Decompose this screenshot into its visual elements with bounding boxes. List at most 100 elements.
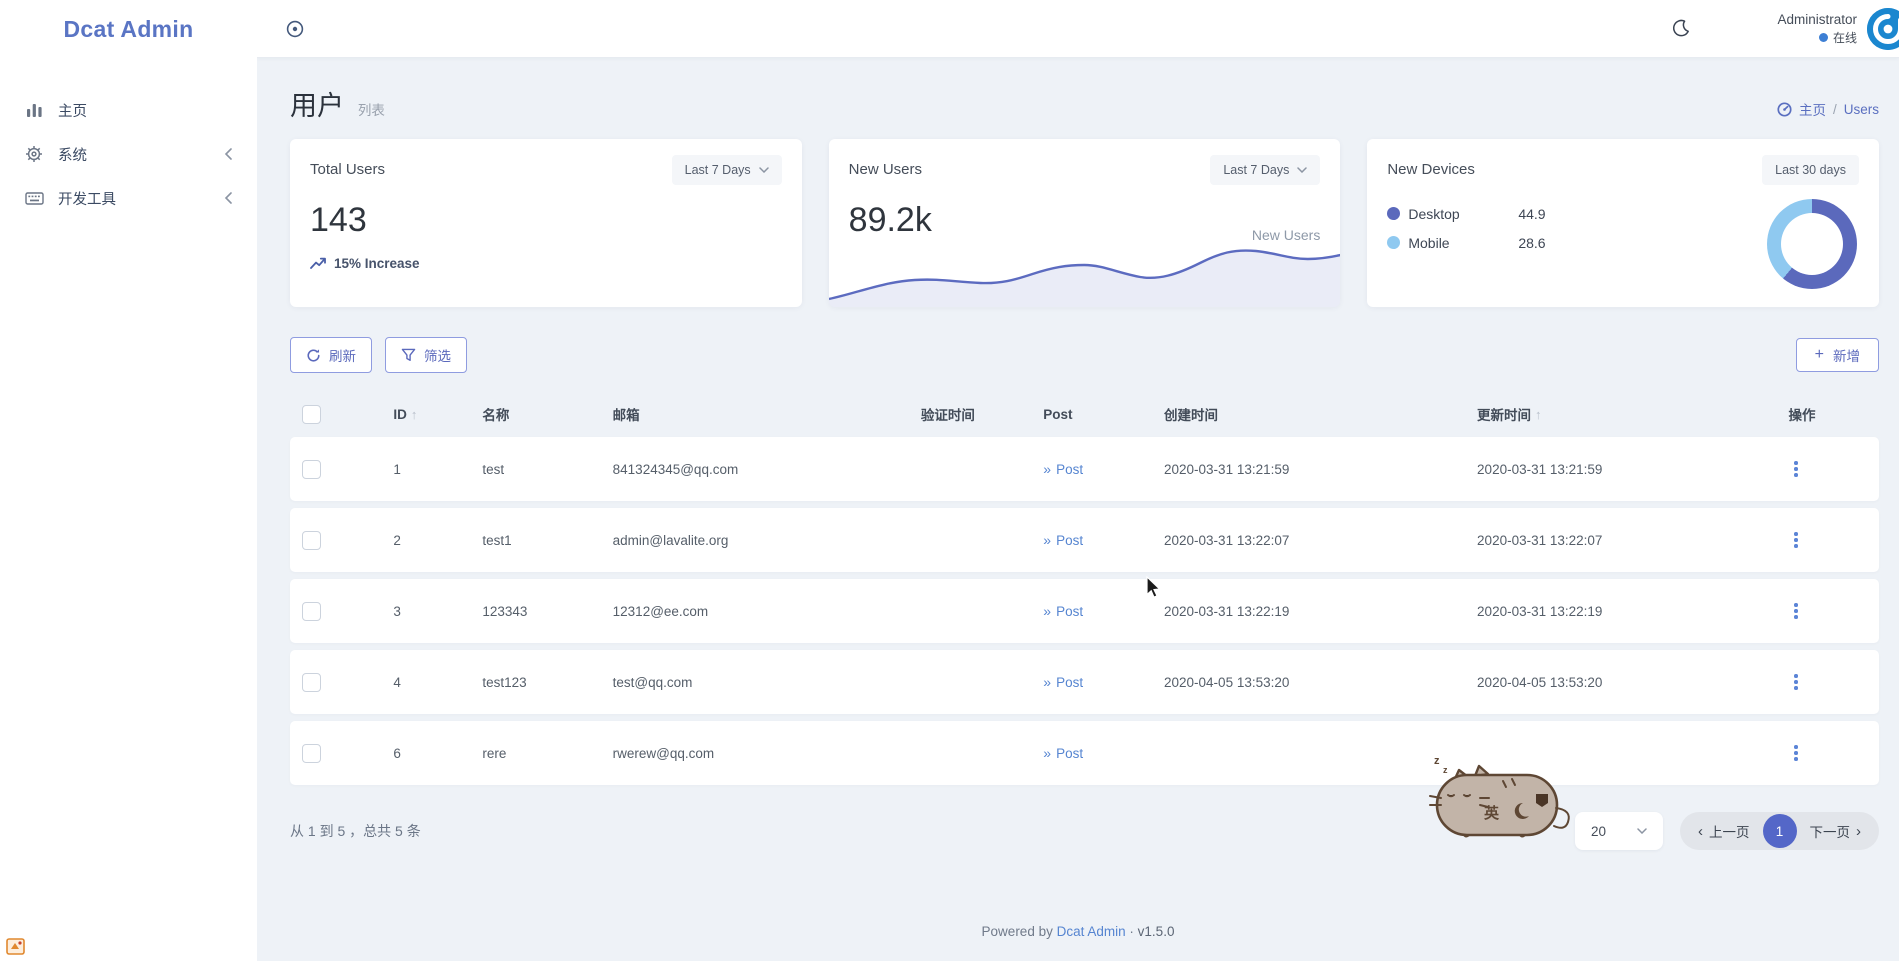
chevron-down-icon <box>1637 828 1647 834</box>
column-header-email: 邮箱 <box>612 408 640 423</box>
total-users-trend: 15% Increase <box>310 256 782 271</box>
filter-button[interactable]: 筛选 <box>385 337 467 373</box>
new-devices-range-badge[interactable]: Last 30 days <box>1762 155 1860 185</box>
table-row: 4 test123 test@qq.com » Post 2020-04-05 1… <box>290 650 1879 714</box>
sidebar-item-home[interactable]: 主页 <box>0 88 257 132</box>
mobile-dot-icon <box>1387 236 1401 249</box>
row-actions-menu-icon[interactable] <box>1788 670 1804 694</box>
cell-updated-at: 2020-03-31 13:22:07 <box>1477 532 1603 548</box>
page-head: 用户 列表 主页 / Users <box>257 58 1899 123</box>
post-link[interactable]: » Post <box>1043 603 1083 619</box>
table-row: 2 test1 admin@lavalite.org » Post 2020-03… <box>290 508 1879 572</box>
brand-link[interactable]: Dcat Admin <box>1057 924 1126 939</box>
post-link[interactable]: » Post <box>1043 461 1083 477</box>
row-actions-menu-icon[interactable] <box>1788 599 1804 623</box>
post-link[interactable]: » Post <box>1043 674 1083 690</box>
chevron-left-icon <box>224 192 233 204</box>
pagination-row: 从 1 到 5 ，总共 5 条 20 ‹ 上一页 1 下一页 › <box>290 812 1879 850</box>
cell-created-at: 2020-03-31 13:22:07 <box>1164 532 1290 548</box>
column-header-updated-at[interactable]: 更新时间 ↑ <box>1461 404 1772 424</box>
row-checkbox[interactable] <box>302 672 321 692</box>
sort-asc-icon: ↑ <box>410 406 418 422</box>
table-row: 1 test 841324345@qq.com » Post 2020-03-31… <box>290 437 1879 501</box>
double-angle-icon: » <box>1043 532 1052 548</box>
row-actions-menu-icon[interactable] <box>1788 741 1804 765</box>
grid-toolbar: 刷新 筛选 + 新增 <box>290 337 1879 373</box>
sidebar-item-devtools[interactable]: 开发工具 <box>0 176 257 220</box>
post-link[interactable]: » Post <box>1043 532 1083 548</box>
svg-text:英: 英 <box>1484 804 1500 822</box>
new-users-range-dropdown[interactable]: Last 7 Days <box>1210 155 1321 185</box>
legend-label: Mobile <box>1408 234 1450 251</box>
page-size-value: 20 <box>1591 823 1607 839</box>
cell-email: 841324345@qq.com <box>612 461 739 477</box>
cell-updated-at: 2020-03-31 13:22:19 <box>1477 603 1603 619</box>
main-content: 用户 列表 主页 / Users Total Users Last 7 Days… <box>257 58 1899 961</box>
cell-id: 6 <box>393 745 401 761</box>
row-checkbox[interactable] <box>302 743 321 763</box>
column-header-id[interactable]: ID ↑ <box>377 407 466 422</box>
dark-mode-moon-icon[interactable] <box>1670 18 1691 39</box>
create-button[interactable]: + 新增 <box>1795 338 1879 372</box>
card-title: Total Users <box>310 161 386 178</box>
current-page-button[interactable]: 1 <box>1762 814 1797 848</box>
refresh-label: 刷新 <box>329 349 356 364</box>
powered-by-text: Powered by <box>981 924 1053 939</box>
row-checkbox[interactable] <box>302 601 321 621</box>
next-page-button[interactable]: 下一页 › <box>1797 821 1875 841</box>
cell-updated-at: 2020-03-31 13:21:59 <box>1477 461 1603 477</box>
select-all-checkbox[interactable] <box>302 404 321 424</box>
users-table: ID ↑ 名称 邮箱 验证时间 Post 创建时间 更新时间 ↑ 操作 1 test… <box>290 391 1879 785</box>
refresh-button[interactable]: 刷新 <box>290 337 372 373</box>
refresh-icon <box>307 348 320 362</box>
cell-id: 3 <box>393 603 401 619</box>
prev-page-button[interactable]: ‹ 上一页 <box>1685 821 1763 841</box>
cell-name: test1 <box>482 532 512 548</box>
trend-label: 15% Increase <box>334 256 420 271</box>
user-name: Administrator <box>1777 12 1857 28</box>
table-header-row: ID ↑ 名称 邮箱 验证时间 Post 创建时间 更新时间 ↑ 操作 <box>290 391 1879 437</box>
pager: ‹ 上一页 1 下一页 › <box>1680 812 1879 850</box>
metric-cards-row: Total Users Last 7 Days 143 15% Increase… <box>290 139 1880 307</box>
cell-email: rwerew@qq.com <box>612 745 715 761</box>
sidebar-item-system[interactable]: 系统 <box>0 132 257 176</box>
filter-funnel-icon <box>401 348 416 362</box>
sidebar-menu: 主页 系统 开发工具 <box>0 58 257 220</box>
legend-value: 28.6 <box>1518 234 1546 251</box>
post-link[interactable]: » Post <box>1043 745 1083 761</box>
breadcrumb-current[interactable]: Users <box>1844 102 1879 117</box>
breadcrumb-home-link[interactable]: 主页 <box>1799 99 1826 119</box>
column-header-created-at: 创建时间 <box>1164 408 1219 423</box>
row-checkbox[interactable] <box>302 530 321 550</box>
breadcrumb: 主页 / Users <box>1777 99 1879 123</box>
cell-email: admin@lavalite.org <box>612 532 729 548</box>
debugbar-icon[interactable] <box>6 938 25 955</box>
column-header-post: Post <box>1043 406 1073 422</box>
total-users-card: Total Users Last 7 Days 143 15% Increase <box>290 139 802 307</box>
row-checkbox[interactable] <box>302 459 321 479</box>
double-angle-icon: » <box>1043 603 1052 619</box>
page-title: 用户 <box>290 91 344 121</box>
filter-label: 筛选 <box>424 349 451 364</box>
sidebar-item-label: 主页 <box>58 103 87 120</box>
new-devices-card: New Devices Last 30 days Desktop 44.9 Mo… <box>1367 139 1880 307</box>
row-actions-menu-icon[interactable] <box>1788 457 1804 481</box>
double-angle-icon: » <box>1043 745 1052 761</box>
row-actions-menu-icon[interactable] <box>1788 528 1804 552</box>
online-dot-icon <box>1818 33 1828 43</box>
avatar[interactable] <box>1867 7 1899 50</box>
gear-icon <box>24 144 44 164</box>
user-block[interactable]: Administrator 在线 <box>1777 11 1857 45</box>
new-users-area-chart <box>828 249 1341 307</box>
app-logo[interactable]: Dcat Admin <box>0 0 257 58</box>
user-status: 在线 <box>1777 30 1857 46</box>
cell-name: 123343 <box>482 603 528 619</box>
chevron-left-icon: ‹ <box>1698 822 1703 840</box>
cell-name: test <box>482 461 505 477</box>
cell-name: test123 <box>482 674 527 690</box>
total-users-range-dropdown[interactable]: Last 7 Days <box>671 155 782 185</box>
column-header-verified-at: 验证时间 <box>920 408 975 423</box>
sidebar-item-label: 开发工具 <box>58 191 116 208</box>
sidebar-toggle-icon[interactable] <box>285 19 305 39</box>
page-size-select[interactable]: 20 <box>1575 812 1663 850</box>
